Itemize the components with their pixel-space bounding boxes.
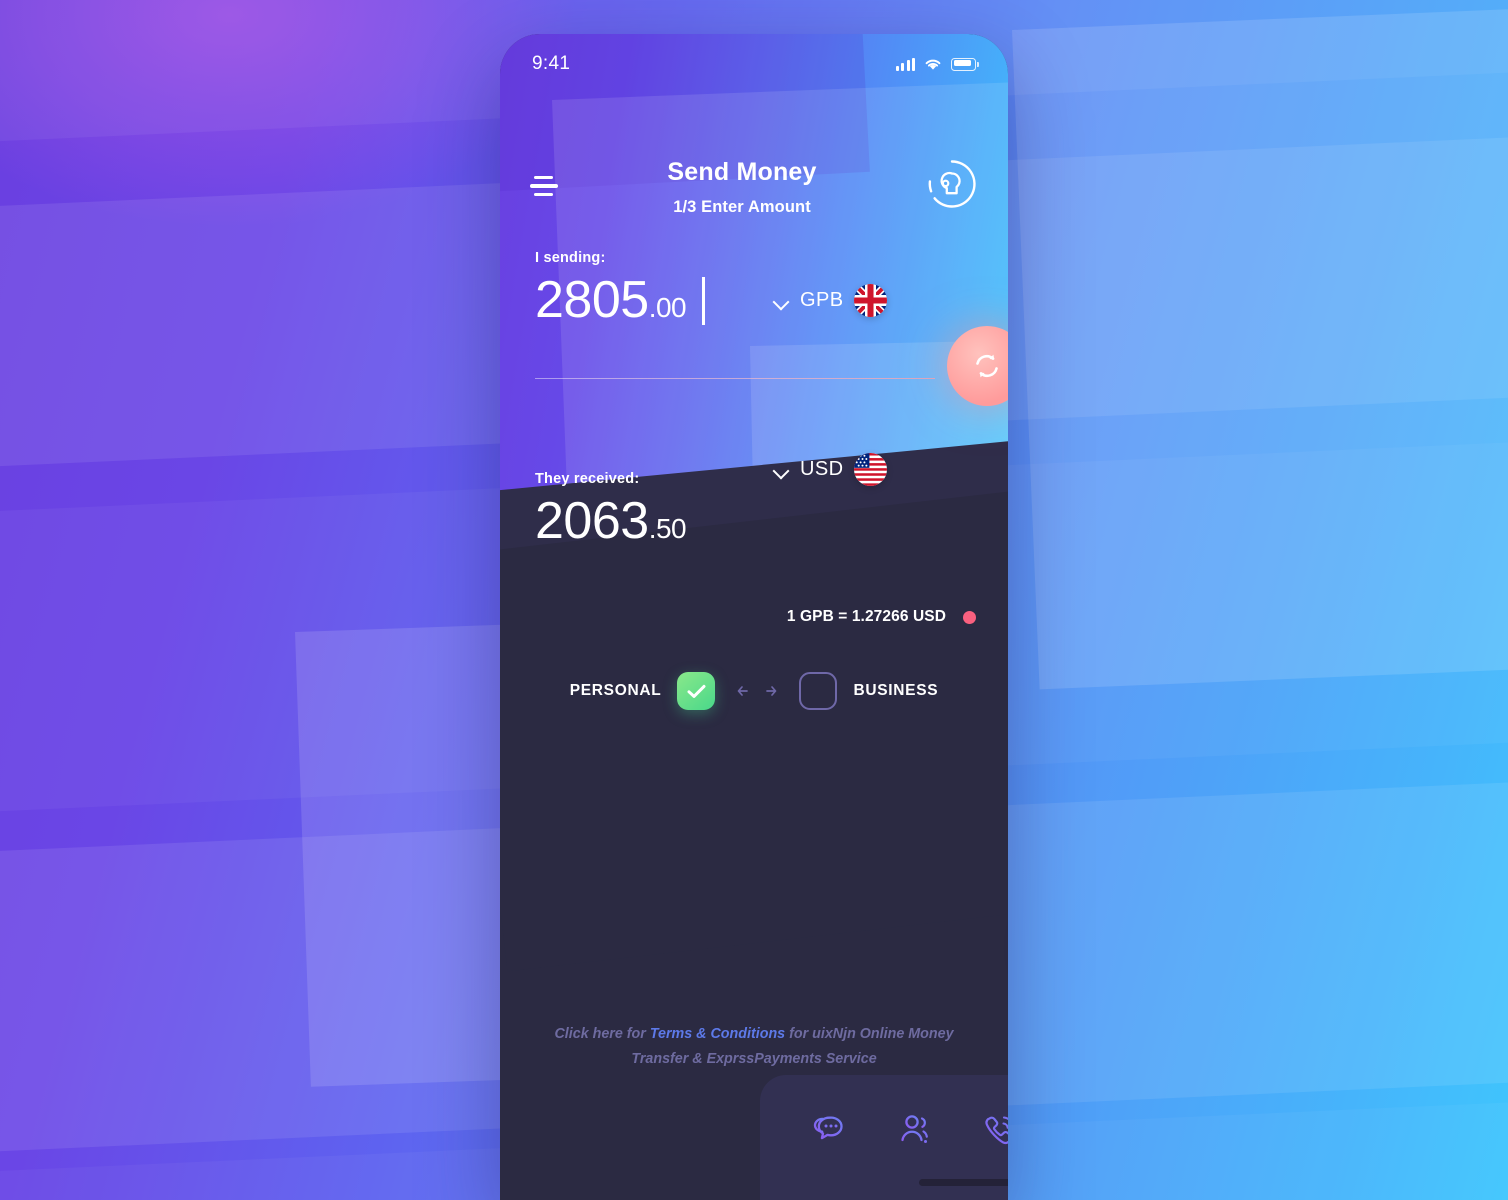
contacts-users-icon bbox=[901, 1115, 929, 1143]
swap-currency-button[interactable] bbox=[947, 326, 1008, 406]
receive-amount-decimal: .50 bbox=[648, 513, 687, 544]
receive-amount-value: 2063.50 bbox=[535, 492, 687, 550]
receive-currency-code: USD bbox=[800, 458, 844, 480]
chevron-down-icon bbox=[775, 465, 789, 474]
uk-flag-icon bbox=[854, 283, 888, 317]
terms-prefix: Click here for bbox=[554, 1026, 650, 1042]
nav-item-chat[interactable] bbox=[810, 1111, 852, 1149]
phone-call-icon bbox=[985, 1116, 1008, 1145]
amount-section: I sending: 2805.00 GPB They received: 20… bbox=[500, 250, 1008, 547]
receive-currency-selector[interactable]: USD bbox=[775, 453, 888, 486]
terms-and-conditions-text[interactable]: Click here for Terms & Conditions for ui… bbox=[554, 1022, 954, 1072]
send-amount-input[interactable]: 2805.00 bbox=[535, 274, 705, 326]
terms-link[interactable]: Terms & Conditions bbox=[650, 1026, 785, 1042]
hamburger-menu-icon[interactable] bbox=[530, 152, 558, 197]
app-header: Send Money 1/3 Enter Amount bbox=[500, 152, 1008, 240]
chevron-down-icon bbox=[775, 296, 789, 305]
send-amount-whole: 2805 bbox=[535, 271, 649, 329]
header-titles: Send Money 1/3 Enter Amount bbox=[558, 152, 926, 217]
phone-mockup: 9:41 Send Money 1/3 Enter Amount I sendi… bbox=[500, 34, 1008, 1200]
wifi-icon bbox=[925, 59, 941, 70]
battery-icon bbox=[951, 57, 979, 71]
send-label: I sending: bbox=[535, 250, 606, 266]
signal-bars-icon bbox=[895, 57, 915, 71]
page-step-subtitle: 1/3 Enter Amount bbox=[673, 198, 811, 216]
bottom-navigation-bar bbox=[760, 1075, 1008, 1200]
swap-refresh-icon bbox=[976, 354, 998, 378]
business-label: BUSINESS bbox=[853, 682, 939, 699]
support-agent-icon[interactable] bbox=[926, 158, 978, 210]
receive-amount-row: 2063.50 USD bbox=[500, 453, 1008, 550]
status-bar: 9:41 bbox=[500, 34, 1008, 94]
exchange-rate-text: 1 GPB = 1.27266 USD bbox=[786, 608, 946, 625]
rate-status-indicator bbox=[963, 610, 976, 624]
personal-label: PERSONAL bbox=[569, 682, 662, 699]
receive-label: They received: bbox=[535, 471, 640, 487]
dark-panel-diagonal bbox=[500, 483, 1008, 972]
status-time: 9:41 bbox=[532, 53, 571, 74]
amount-divider bbox=[535, 378, 935, 380]
page-title: Send Money bbox=[667, 158, 817, 186]
send-amount-row: 2805.00 GPB bbox=[500, 274, 1008, 326]
business-checkbox[interactable] bbox=[799, 672, 838, 710]
nav-item-contacts[interactable] bbox=[896, 1111, 936, 1149]
home-indicator bbox=[919, 1179, 1008, 1186]
nav-item-calls[interactable] bbox=[980, 1111, 1008, 1149]
status-icons bbox=[895, 57, 979, 71]
chat-bubble-icon bbox=[813, 1116, 843, 1140]
checkmark-icon bbox=[687, 684, 706, 698]
left-right-arrows-icon bbox=[737, 685, 777, 697]
text-caret bbox=[702, 277, 705, 325]
send-amount-decimal: .00 bbox=[648, 292, 687, 323]
personal-checkbox[interactable] bbox=[677, 672, 716, 710]
background-rectangle-right bbox=[1012, 6, 1508, 690]
exchange-rate-row: 1 GPB = 1.27266 USD bbox=[500, 608, 1008, 626]
account-type-toggle: PERSONAL BUSINESS bbox=[500, 672, 1008, 710]
send-currency-selector[interactable]: GPB bbox=[775, 283, 888, 317]
us-flag-icon bbox=[854, 453, 888, 486]
send-currency-code: GPB bbox=[800, 288, 844, 311]
receive-amount-whole: 2063 bbox=[535, 492, 649, 550]
